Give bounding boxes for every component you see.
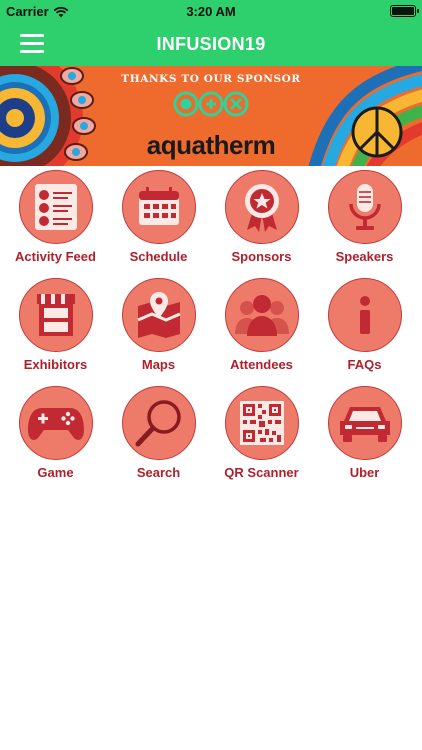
tile-circle — [122, 278, 196, 352]
tile-uber[interactable]: Uber — [313, 386, 416, 490]
car-icon — [340, 407, 390, 442]
tile-faqs[interactable]: FAQs — [313, 278, 416, 382]
tile-label: Game — [37, 465, 74, 480]
tile-circle — [19, 386, 93, 460]
flower-art-icon — [0, 66, 96, 166]
qr-code-icon — [240, 401, 284, 445]
tile-label: Sponsors — [231, 249, 292, 264]
nav-bar: INFUSION19 — [0, 22, 422, 66]
tile-label: Exhibitors — [23, 357, 88, 372]
status-time: 3:20 AM — [186, 4, 236, 19]
tile-schedule[interactable]: Schedule — [107, 170, 210, 274]
tile-label: Schedule — [129, 249, 188, 264]
people-icon — [235, 295, 289, 336]
tile-label: Search — [136, 465, 181, 480]
tile-search[interactable]: Search — [107, 386, 210, 490]
status-bar: Carrier 3:20 AM — [0, 0, 422, 22]
award-ribbon-icon — [245, 184, 279, 232]
tile-label: Attendees — [230, 357, 293, 372]
battery-icon — [390, 5, 419, 17]
tile-game[interactable]: Game — [4, 386, 107, 490]
banner-thanks-text: THANKS TO OUR SPONSOR — [121, 73, 301, 85]
map-pin-icon — [137, 292, 181, 338]
tile-attendees[interactable]: Attendees — [210, 278, 313, 382]
tile-label: Uber — [349, 465, 380, 480]
tile-maps[interactable]: Maps — [107, 278, 210, 382]
tile-circle — [225, 170, 299, 244]
tile-sponsors[interactable]: Sponsors — [210, 170, 313, 274]
tile-exhibitors[interactable]: Exhibitors — [4, 278, 107, 382]
tile-circle — [225, 278, 299, 352]
page-title: INFUSION19 — [156, 34, 266, 54]
tile-circle — [328, 170, 402, 244]
tile-label: Speakers — [335, 249, 394, 264]
tile-label: Activity Feed — [15, 249, 96, 264]
tile-circle — [328, 386, 402, 460]
tile-qr-scanner[interactable]: QR Scanner — [210, 386, 313, 490]
tile-circle — [122, 386, 196, 460]
peace-sign-icon — [351, 106, 403, 158]
tile-circle — [19, 170, 93, 244]
sponsor-banner[interactable]: THANKS TO OUR SPONSOR aquatherm — [0, 66, 422, 166]
tile-circle — [225, 386, 299, 460]
tile-label: Maps — [141, 357, 176, 372]
tile-label: FAQs — [347, 357, 382, 372]
tile-activity-feed[interactable]: Activity Feed — [4, 170, 107, 274]
magnifier-icon — [135, 400, 181, 447]
gamepad-icon — [28, 408, 84, 440]
tile-label: QR Scanner — [224, 465, 299, 480]
tile-circle — [122, 170, 196, 244]
tile-circle — [328, 278, 402, 352]
microphone-icon — [349, 184, 381, 230]
banner-brand-name: aquatherm — [146, 130, 276, 160]
calendar-icon — [139, 187, 179, 225]
tile-circle — [19, 278, 93, 352]
tile-speakers[interactable]: Speakers — [313, 170, 416, 274]
info-icon — [360, 296, 370, 334]
booth-icon — [37, 294, 75, 336]
activity-feed-icon — [35, 184, 77, 230]
